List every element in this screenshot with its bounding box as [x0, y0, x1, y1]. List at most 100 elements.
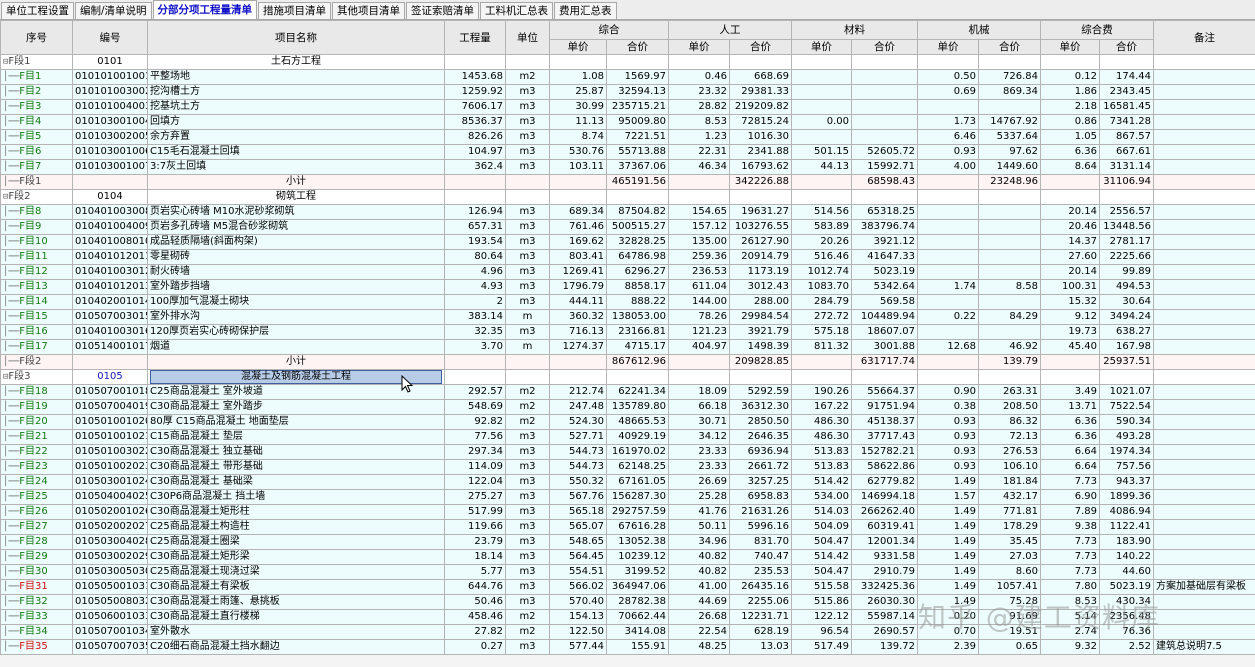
row-value[interactable]: 516.46: [791, 249, 852, 265]
empty-cell[interactable]: [549, 54, 607, 70]
row-seq[interactable]: │──F目5: [0, 129, 73, 145]
empty-cell[interactable]: [978, 189, 1041, 205]
row-value[interactable]: 19.73: [1040, 324, 1100, 340]
row-value[interactable]: [917, 294, 979, 310]
row-unit[interactable]: [505, 174, 550, 190]
empty-cell[interactable]: [549, 369, 607, 385]
row-value[interactable]: 32828.25: [606, 234, 669, 250]
row-name[interactable]: 120厚页岩实心砖砌保护层: [147, 324, 445, 340]
row-value[interactable]: 65318.25: [851, 204, 918, 220]
row-value[interactable]: 30.64: [1099, 294, 1154, 310]
row-code[interactable]: 010103001006: [72, 144, 148, 160]
row-value[interactable]: [791, 174, 852, 190]
row-value[interactable]: 3001.88: [851, 339, 918, 355]
row-qty[interactable]: 23.79: [444, 534, 506, 550]
row-value[interactable]: 0.93: [917, 459, 979, 475]
row-value[interactable]: 157.12: [668, 219, 730, 235]
row-qty[interactable]: 5.77: [444, 564, 506, 580]
table-row[interactable]: │──F目3 010101004003 挖基坑土方 7606.17 m3 30.99 235…: [0, 99, 1255, 115]
table-row[interactable]: │──F目26 010502001026 C30商品混凝土矩形柱 517.99 m3 56…: [0, 504, 1255, 520]
row-unit[interactable]: m3: [505, 474, 550, 490]
row-value[interactable]: 161970.02: [606, 444, 669, 460]
row-value[interactable]: [917, 204, 979, 220]
row-value[interactable]: 34.12: [668, 429, 730, 445]
row-value[interactable]: 272.72: [791, 309, 852, 325]
row-value[interactable]: [978, 234, 1041, 250]
empty-cell[interactable]: [606, 369, 669, 385]
row-value[interactable]: 140.22: [1099, 549, 1154, 565]
row-value[interactable]: 139.72: [851, 639, 918, 655]
row-value[interactable]: 55664.37: [851, 384, 918, 400]
row-seq[interactable]: │──F目4: [0, 114, 73, 130]
selected-cell[interactable]: 混凝土及钢筋混凝土工程: [150, 370, 442, 384]
row-qty[interactable]: 4.96: [444, 264, 506, 280]
table-row[interactable]: │──F目12 010401003012 耐火砖墙 4.96 m3 1269.41 6296…: [0, 264, 1255, 280]
row-seq[interactable]: │──F目34: [0, 624, 73, 640]
row-value[interactable]: 55713.88: [606, 144, 669, 160]
row-remark[interactable]: [1153, 144, 1255, 160]
row-value[interactable]: 28.82: [668, 99, 730, 115]
row-value[interactable]: [917, 354, 979, 370]
row-value[interactable]: 1569.97: [606, 69, 669, 85]
header-qty[interactable]: 工程量: [444, 20, 506, 55]
row-value[interactable]: 6.36: [1040, 429, 1100, 445]
row-value[interactable]: 135.00: [668, 234, 730, 250]
row-qty[interactable]: 657.31: [444, 219, 506, 235]
row-qty[interactable]: 18.14: [444, 549, 506, 565]
row-value[interactable]: 0.93: [917, 444, 979, 460]
row-unit[interactable]: m3: [505, 639, 550, 655]
row-value[interactable]: 219209.82: [729, 99, 792, 115]
section-row[interactable]: ⊟F段3 0105 混凝土及钢筋混凝土工程: [0, 369, 1255, 385]
row-value[interactable]: 564.45: [549, 549, 607, 565]
row-value[interactable]: 135789.80: [606, 399, 669, 415]
empty-cell[interactable]: [791, 369, 852, 385]
row-value[interactable]: 740.47: [729, 549, 792, 565]
row-name[interactable]: C30商品混凝土 独立基础: [147, 444, 445, 460]
empty-cell[interactable]: [1040, 369, 1100, 385]
row-value[interactable]: 515.86: [791, 594, 852, 610]
row-value[interactable]: [549, 174, 607, 190]
row-value[interactable]: 87504.82: [606, 204, 669, 220]
row-value[interactable]: 138053.00: [606, 309, 669, 325]
row-value[interactable]: 6.46: [917, 129, 979, 145]
row-value[interactable]: 20914.79: [729, 249, 792, 265]
row-value[interactable]: [917, 219, 979, 235]
row-value[interactable]: 8.58: [978, 279, 1041, 295]
row-value[interactable]: 26127.90: [729, 234, 792, 250]
row-unit[interactable]: m3: [505, 504, 550, 520]
row-seq[interactable]: │──F目26: [0, 504, 73, 520]
row-value[interactable]: 2781.17: [1099, 234, 1154, 250]
row-value[interactable]: 8.53: [668, 114, 730, 130]
row-value[interactable]: 0.93: [917, 429, 979, 445]
row-remark[interactable]: [1153, 249, 1255, 265]
row-value[interactable]: 78.26: [668, 309, 730, 325]
row-name[interactable]: C30商品混凝土雨篷、悬挑板: [147, 594, 445, 610]
empty-cell[interactable]: [1099, 54, 1154, 70]
row-qty[interactable]: 122.04: [444, 474, 506, 490]
row-value[interactable]: 1016.30: [729, 129, 792, 145]
row-value[interactable]: 121.23: [668, 324, 730, 340]
row-remark[interactable]: [1153, 99, 1255, 115]
table-row[interactable]: │──F目14 010402001014 100厚加气混凝土砌块 2 m3 444.11 8…: [0, 294, 1255, 310]
row-remark[interactable]: [1153, 354, 1255, 370]
row-value[interactable]: 144.00: [668, 294, 730, 310]
row-value[interactable]: 26030.30: [851, 594, 918, 610]
row-code[interactable]: 010103001007: [72, 159, 148, 175]
row-remark[interactable]: [1153, 609, 1255, 625]
row-value[interactable]: 25937.51: [1099, 354, 1154, 370]
row-value[interactable]: 757.56: [1099, 459, 1154, 475]
row-value[interactable]: 504.09: [791, 519, 852, 535]
row-qty[interactable]: 275.27: [444, 489, 506, 505]
row-name[interactable]: 平整场地: [147, 69, 445, 85]
row-value[interactable]: 1.49: [917, 564, 979, 580]
row-value[interactable]: 527.71: [549, 429, 607, 445]
row-value[interactable]: [978, 249, 1041, 265]
row-remark[interactable]: [1153, 399, 1255, 415]
tab-5[interactable]: 签证索赔清单: [406, 2, 480, 19]
row-unit[interactable]: [505, 354, 550, 370]
row-code[interactable]: 010507007035: [72, 639, 148, 655]
row-unit[interactable]: m3: [505, 429, 550, 445]
row-name[interactable]: C30商品混凝土有梁板: [147, 579, 445, 595]
row-code[interactable]: 010501002023: [72, 459, 148, 475]
row-value[interactable]: 1274.37: [549, 339, 607, 355]
